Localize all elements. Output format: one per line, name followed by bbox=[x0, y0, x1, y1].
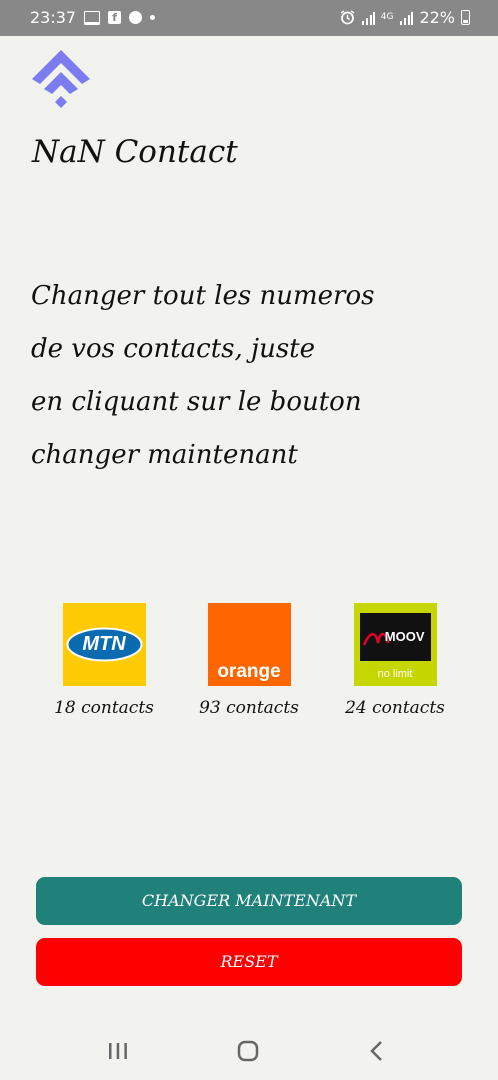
orange-logo-text: orange bbox=[217, 661, 281, 682]
operator-orange: orange 93 contacts bbox=[174, 603, 324, 718]
contact-count: 93 contacts bbox=[199, 698, 299, 718]
orange-logo: orange bbox=[207, 603, 291, 686]
app-description: Changer tout les numeros de vos contacts… bbox=[31, 270, 471, 482]
moov-logo: moov no limit bbox=[353, 603, 437, 686]
status-bar: 23:37 f 4G 22% bbox=[0, 0, 498, 36]
moov-tagline: no limit bbox=[377, 668, 413, 680]
contact-count: 18 contacts bbox=[54, 698, 154, 718]
mtn-logo: MTN bbox=[62, 603, 146, 686]
facebook-icon: f bbox=[108, 11, 122, 24]
network-type: 4G bbox=[380, 12, 394, 22]
operator-mtn: MTN 18 contacts bbox=[29, 603, 179, 718]
battery-icon bbox=[461, 10, 470, 25]
back-icon[interactable] bbox=[358, 1038, 398, 1064]
description-line: Changer tout les numeros bbox=[31, 281, 375, 311]
mtn-logo-text: MTN bbox=[82, 633, 126, 655]
operator-moov: moov no limit 24 contacts bbox=[320, 603, 470, 718]
app-title: NaN Contact bbox=[32, 134, 238, 170]
signal-icon bbox=[361, 11, 375, 25]
moov-logo-text: moov bbox=[384, 629, 425, 644]
navigation-bar bbox=[0, 1020, 498, 1080]
recents-icon[interactable] bbox=[98, 1038, 138, 1064]
moov-logo-panel: moov bbox=[359, 613, 431, 661]
description-line: changer maintenant bbox=[31, 440, 298, 470]
app-logo-icon bbox=[32, 50, 90, 108]
notification-dot-icon bbox=[150, 15, 156, 20]
reset-button[interactable]: RESET bbox=[36, 938, 462, 986]
alarm-icon bbox=[340, 10, 355, 25]
home-icon[interactable] bbox=[228, 1038, 268, 1064]
status-time: 23:37 bbox=[30, 8, 77, 27]
change-now-button[interactable]: CHANGER MAINTENANT bbox=[36, 877, 462, 925]
description-line: de vos contacts, juste bbox=[31, 334, 316, 364]
description-line: en cliquant sur le bouton bbox=[31, 387, 362, 417]
contact-count: 24 contacts bbox=[345, 698, 445, 718]
battery-percent: 22% bbox=[419, 8, 455, 27]
laptop-icon bbox=[84, 10, 101, 25]
signal-icon-2 bbox=[400, 11, 414, 25]
music-icon bbox=[129, 11, 143, 24]
